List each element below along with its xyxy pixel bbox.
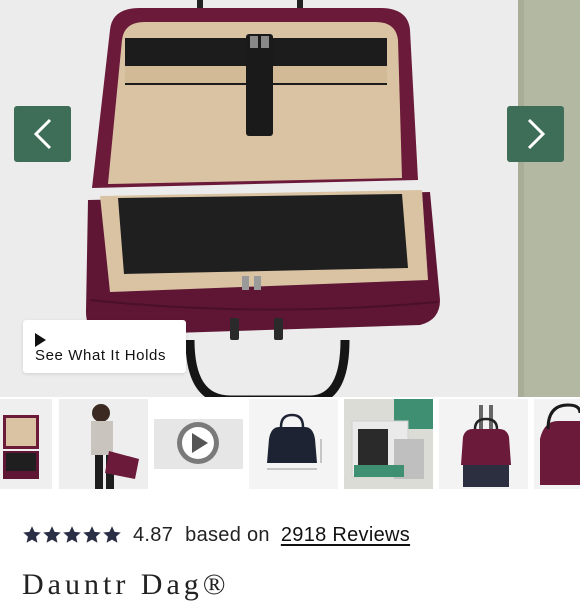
thumb-bag-open[interactable]	[0, 399, 52, 489]
chevron-left-icon	[33, 118, 51, 150]
next-image-preview	[518, 0, 580, 397]
play-icon	[35, 333, 46, 347]
star-icon	[103, 526, 121, 543]
star-icon	[63, 526, 81, 543]
thumbnail-strip	[0, 399, 580, 491]
thumb-bag-interior[interactable]	[344, 399, 433, 489]
see-what-it-holds-button[interactable]: See What It Holds	[23, 320, 186, 373]
thumb-model-carrying[interactable]	[59, 399, 148, 489]
thumb-bag-dimensions[interactable]	[249, 399, 338, 489]
star-rating	[22, 525, 122, 545]
reviews-link[interactable]: 2918 Reviews	[281, 524, 410, 547]
product-title: Dauntr Dag®	[22, 568, 230, 601]
see-what-it-holds-label: See What It Holds	[35, 347, 167, 364]
chevron-right-icon	[527, 118, 545, 150]
next-image-button[interactable]	[507, 106, 564, 162]
thumb-video[interactable]	[154, 399, 243, 489]
rating-summary: 4.87 based on 2918 Reviews	[22, 520, 410, 550]
thumb-bag-on-luggage[interactable]	[439, 399, 528, 489]
rating-based-on-text: based on	[185, 523, 270, 546]
previous-image-button[interactable]	[14, 106, 71, 162]
star-icon	[83, 526, 101, 543]
star-icon	[43, 526, 61, 543]
star-icon	[23, 526, 41, 543]
rating-value: 4.87	[133, 523, 174, 546]
thumb-bag-closeup[interactable]	[534, 399, 580, 489]
